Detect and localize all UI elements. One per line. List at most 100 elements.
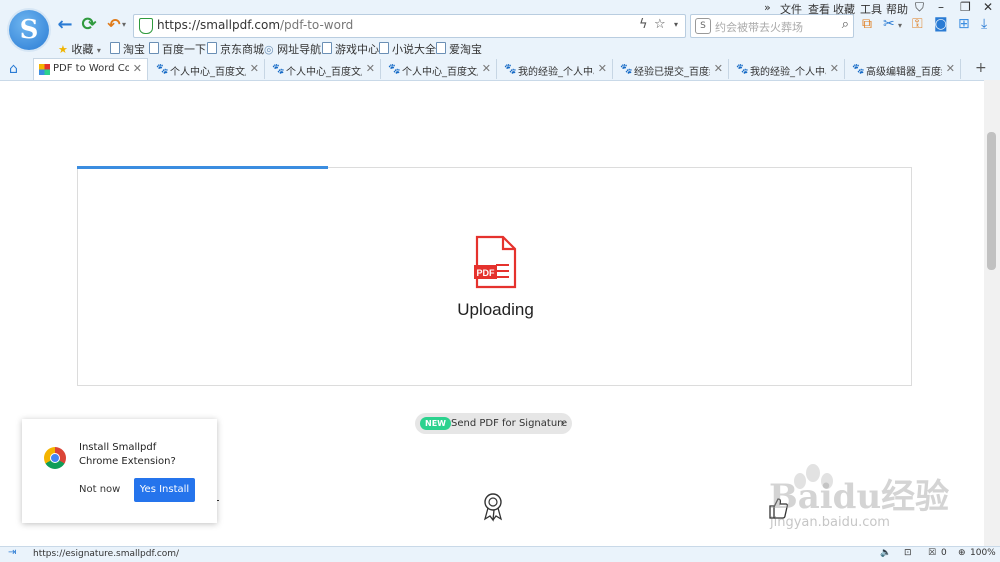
- menu-view[interactable]: 查看: [808, 1, 830, 17]
- yes-install-button[interactable]: Yes Install: [134, 478, 195, 502]
- close-tab-icon[interactable]: ✕: [250, 62, 259, 75]
- speaker-icon[interactable]: 🔈: [880, 548, 891, 558]
- baidu-paw-icon: 🐾: [156, 64, 169, 75]
- fav-taobao[interactable]: 淘宝: [110, 41, 145, 57]
- skin-icon[interactable]: ⛉: [915, 0, 924, 15]
- grid-apps-icon[interactable]: ⊞: [958, 16, 970, 32]
- fav-jd[interactable]: 京东商城: [207, 41, 264, 57]
- smallpdf-favicon-icon: [39, 64, 50, 75]
- chevron-right-icon: ›: [560, 416, 565, 430]
- page-scrollbar[interactable]: [984, 80, 1000, 546]
- page-icon: [110, 42, 120, 54]
- tab-title: 经验已提交_百度经: [634, 67, 710, 78]
- popup-line-2: Chrome Extension?: [79, 456, 176, 467]
- favorite-star-icon[interactable]: ☆: [654, 17, 666, 32]
- pdf-icon-label: PDF: [477, 268, 496, 278]
- translate-icon[interactable]: ◙: [934, 16, 948, 32]
- chrome-logo-icon: [44, 447, 66, 469]
- send-signature-button[interactable]: NEW Send PDF for Signature ›: [415, 413, 572, 434]
- notification-icon[interactable]: ☒: [928, 548, 936, 558]
- tab-pdf-to-word[interactable]: PDF to Word Con ✕: [33, 58, 148, 80]
- address-dropdown-icon[interactable]: ▾: [674, 20, 678, 29]
- search-box[interactable]: S 约会被带去火葬场 ⌕: [690, 14, 854, 38]
- popup-line-1: Install Smallpdf: [79, 442, 157, 453]
- status-url: https://esignature.smallpdf.com/: [33, 549, 180, 559]
- close-icon[interactable]: ✕: [983, 0, 993, 14]
- zoom-level[interactable]: 100%: [970, 548, 996, 558]
- baidu-paw-icon: 🐾: [388, 64, 401, 75]
- refresh-icon[interactable]: ⟳: [77, 13, 101, 37]
- close-tab-icon[interactable]: ✕: [598, 62, 607, 75]
- close-tab-icon[interactable]: ✕: [946, 62, 955, 75]
- fav-games[interactable]: 游戏中心: [322, 41, 379, 57]
- tab-jingyan-3[interactable]: 🐾 我的经验_个人中心 ✕: [731, 59, 845, 79]
- tab-title: 我的经验_个人中心: [518, 67, 594, 78]
- tab-editor[interactable]: 🐾 高级编辑器_百度经 ✕: [847, 59, 961, 79]
- new-tab-button[interactable]: +: [975, 60, 987, 76]
- close-tab-icon[interactable]: ✕: [830, 62, 839, 75]
- fav-novels[interactable]: 小说大全: [379, 41, 436, 57]
- baidu-paw-icon: 🐾: [504, 64, 517, 75]
- tab-wenku-1[interactable]: 🐾 个人中心_百度文库 ✕: [151, 59, 265, 79]
- menu-help[interactable]: 帮助: [886, 1, 908, 17]
- menu-chevron[interactable]: »: [764, 1, 771, 14]
- tab-wenku-3[interactable]: 🐾 个人中心_百度文库 ✕: [383, 59, 497, 79]
- menu-tools[interactable]: 工具: [860, 1, 882, 17]
- search-engine-icon[interactable]: S: [695, 18, 711, 34]
- tab-title: 高级编辑器_百度经: [866, 67, 942, 78]
- new-badge: NEW: [420, 417, 451, 430]
- back-arrow-icon[interactable]: ←: [53, 13, 77, 37]
- close-tab-icon[interactable]: ✕: [366, 62, 375, 75]
- page-icon: [379, 42, 389, 54]
- fav-aitaobao[interactable]: 爱淘宝: [436, 41, 482, 57]
- tab-jingyan-2[interactable]: 🐾 经验已提交_百度经 ✕: [615, 59, 729, 79]
- tab-title: PDF to Word Con: [53, 63, 129, 74]
- tab-jingyan-1[interactable]: 🐾 我的经验_个人中心 ✕: [499, 59, 613, 79]
- home-icon[interactable]: ⌂: [9, 61, 18, 77]
- tab-wenku-2[interactable]: 🐾 个人中心_百度文库 ✕: [267, 59, 381, 79]
- pdf-file-icon: PDF: [474, 235, 517, 289]
- address-bar[interactable]: https://smallpdf.com/pdf-to-word ϟ ☆ ▾: [133, 14, 686, 38]
- page-icon: [207, 42, 217, 54]
- close-tab-icon[interactable]: ✕: [133, 62, 142, 75]
- minimize-icon[interactable]: –: [938, 0, 944, 14]
- baidu-paw-icon: 🐾: [272, 64, 285, 75]
- baidu-paw-icon: 🐾: [736, 64, 749, 75]
- scrollbar-thumb[interactable]: [987, 132, 996, 270]
- chevron-down-icon: ▾: [96, 46, 101, 55]
- sidebar-toggle-icon[interactable]: ⇥: [8, 547, 16, 558]
- close-tab-icon[interactable]: ✕: [482, 62, 491, 75]
- fav-baidu[interactable]: 百度一下: [149, 41, 206, 57]
- capture-icon[interactable]: ⊡: [904, 548, 912, 558]
- page-icon: [436, 42, 446, 54]
- close-tab-icon[interactable]: ✕: [714, 62, 723, 75]
- key-icon[interactable]: ⚿: [912, 16, 923, 32]
- menu-favorites[interactable]: 收藏: [833, 1, 855, 17]
- fav-nav[interactable]: ◎ 网址导航: [264, 41, 321, 57]
- watermark-brand: Baidu经验: [769, 477, 950, 517]
- undo-dropdown-icon[interactable]: ▾: [122, 20, 126, 29]
- globe-icon: ◎: [264, 43, 274, 56]
- download-icon[interactable]: ⤓: [981, 16, 987, 32]
- address-url: https://smallpdf.com/pdf-to-word: [157, 18, 354, 32]
- page-icon: [322, 42, 332, 54]
- favorites-bar: ★ 收藏 ▾ 淘宝 百度一下 京东商城 ◎ 网址导航 游戏中心 小说大全 爱淘宝: [0, 39, 1000, 58]
- tab-title: 个人中心_百度文库: [170, 67, 246, 78]
- scissors-icon[interactable]: ✂: [883, 16, 895, 32]
- tab-title: 个人中心_百度文库: [402, 67, 478, 78]
- screenshot-icon[interactable]: ⧉: [862, 16, 872, 32]
- award-ribbon-icon: [483, 493, 503, 522]
- upload-progress-fill: [77, 166, 328, 169]
- lightning-icon[interactable]: ϟ: [639, 17, 648, 32]
- zoom-icon[interactable]: ⊕: [958, 548, 966, 558]
- fav-collections[interactable]: ★ 收藏 ▾: [58, 41, 101, 57]
- menu-file[interactable]: 文件: [780, 1, 802, 17]
- status-bar: ⇥ https://esignature.smallpdf.com/ 🔈 ⊡ ☒…: [0, 546, 1000, 562]
- secure-shield-icon: [139, 18, 153, 34]
- scissors-dropdown-icon[interactable]: ▾: [898, 21, 902, 30]
- search-icon[interactable]: ⌕: [842, 17, 849, 32]
- promo-text: Send PDF for Signature: [451, 418, 568, 429]
- not-now-button[interactable]: Not now: [79, 484, 120, 495]
- baidu-paw-icon: 🐾: [620, 64, 633, 75]
- restore-icon[interactable]: ❐: [960, 0, 971, 14]
